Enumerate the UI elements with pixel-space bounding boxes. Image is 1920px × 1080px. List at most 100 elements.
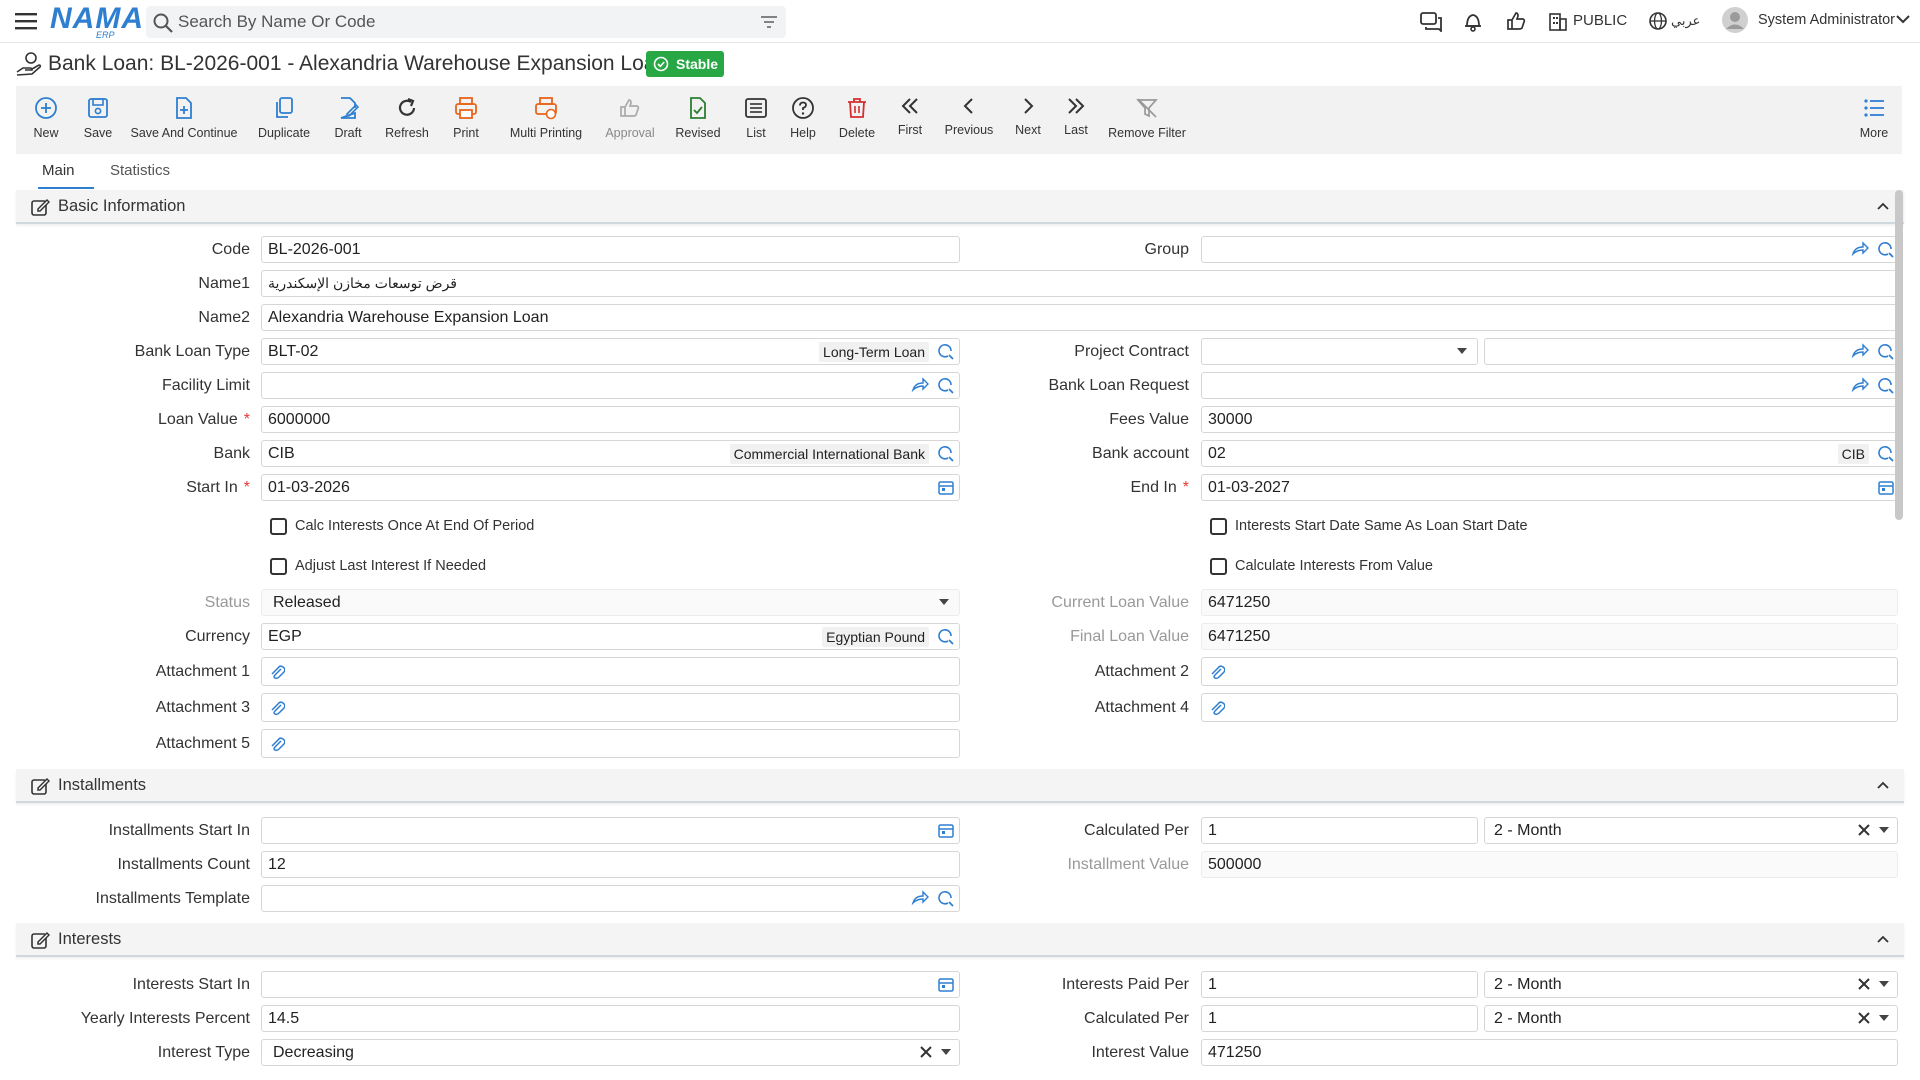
interests-paid-per-field[interactable]: 1 xyxy=(1201,971,1478,998)
thumbs-up-icon[interactable] xyxy=(1505,10,1527,32)
attachment-3-field[interactable] xyxy=(261,693,960,722)
remove-filter-button[interactable]: Remove Filter xyxy=(1102,86,1192,154)
interest-value-field[interactable]: 471250 xyxy=(1201,1039,1898,1066)
calculate-from-value-checkbox[interactable] xyxy=(1210,558,1227,575)
duplicate-button[interactable]: Duplicate xyxy=(252,86,316,154)
share-arrow-icon[interactable] xyxy=(911,377,929,393)
tab-statistics[interactable]: Statistics xyxy=(110,162,170,179)
facility-limit-field[interactable] xyxy=(261,372,960,399)
section-installments[interactable]: Installments xyxy=(16,769,1904,803)
clear-icon[interactable] xyxy=(1857,977,1871,991)
search-refresh-icon[interactable] xyxy=(1877,343,1895,361)
calendar-icon[interactable] xyxy=(938,976,954,992)
search-refresh-icon[interactable] xyxy=(937,377,955,395)
calendar-icon[interactable] xyxy=(1878,479,1894,495)
chevron-down-icon[interactable] xyxy=(1896,14,1910,24)
refresh-button[interactable]: Refresh xyxy=(378,86,436,154)
delete-button[interactable]: Delete xyxy=(832,86,882,154)
section-basic-information[interactable]: Basic Information xyxy=(16,190,1904,224)
adjust-last-interest-checkbox[interactable] xyxy=(270,558,287,575)
attachment-1-field[interactable] xyxy=(261,657,960,686)
first-button[interactable]: First xyxy=(888,86,932,154)
last-button[interactable]: Last xyxy=(1054,86,1098,154)
yearly-interests-percent-field[interactable]: 14.5 xyxy=(261,1005,960,1032)
menu-icon[interactable] xyxy=(14,10,38,32)
group-field[interactable] xyxy=(1201,236,1898,263)
search-refresh-icon[interactable] xyxy=(1877,445,1895,463)
status-select[interactable]: Released xyxy=(261,589,960,616)
end-in-field[interactable]: 01-03-2027 xyxy=(1201,474,1898,501)
paperclip-icon[interactable] xyxy=(269,663,285,681)
start-in-field[interactable]: 01-03-2026 xyxy=(261,474,960,501)
branch-label[interactable]: PUBLIC xyxy=(1573,12,1627,29)
installments-start-in-field[interactable] xyxy=(261,817,960,844)
currency-field[interactable]: EGP Egyptian Pound xyxy=(261,623,960,650)
search-refresh-icon[interactable] xyxy=(1877,377,1895,395)
new-button[interactable]: New xyxy=(24,86,68,154)
interest-type-select[interactable]: Decreasing xyxy=(261,1039,960,1066)
interests-calculated-period-select[interactable]: 2 - Month xyxy=(1484,1005,1898,1032)
help-button[interactable]: Help xyxy=(780,86,826,154)
search-input[interactable] xyxy=(178,6,738,38)
installments-calculated-per-field[interactable]: 1 xyxy=(1201,817,1478,844)
loan-value-field[interactable]: 6000000 xyxy=(261,406,960,433)
search-refresh-icon[interactable] xyxy=(1877,241,1895,259)
avatar[interactable] xyxy=(1722,7,1748,33)
bank-account-field[interactable]: 02 CIB xyxy=(1201,440,1898,467)
interests-start-in-field[interactable] xyxy=(261,971,960,998)
search-refresh-icon[interactable] xyxy=(937,890,955,908)
app-logo[interactable]: NAMA ERP xyxy=(50,4,143,41)
search-refresh-icon[interactable] xyxy=(937,445,955,463)
interests-paid-period-select[interactable]: 2 - Month xyxy=(1484,971,1898,998)
paperclip-icon[interactable] xyxy=(269,735,285,753)
share-arrow-icon[interactable] xyxy=(1851,241,1869,257)
search-refresh-icon[interactable] xyxy=(937,628,955,646)
interests-start-same-checkbox[interactable] xyxy=(1210,518,1227,535)
revised-button[interactable]: Revised xyxy=(668,86,728,154)
installments-template-field[interactable] xyxy=(261,885,960,912)
draft-button[interactable]: Draft xyxy=(326,86,370,154)
tab-main[interactable]: Main xyxy=(42,162,75,179)
calendar-icon[interactable] xyxy=(938,479,954,495)
share-arrow-icon[interactable] xyxy=(1851,343,1869,359)
list-button[interactable]: List xyxy=(732,86,780,154)
chevron-up-icon[interactable] xyxy=(1876,199,1890,213)
clear-icon[interactable] xyxy=(1857,1011,1871,1025)
previous-button[interactable]: Previous xyxy=(938,86,1000,154)
project-contract-select[interactable] xyxy=(1201,338,1478,365)
save-button[interactable]: Save xyxy=(76,86,120,154)
installments-period-select[interactable]: 2 - Month xyxy=(1484,817,1898,844)
bank-loan-type-field[interactable]: BLT-02 Long-Term Loan xyxy=(261,338,960,365)
share-arrow-icon[interactable] xyxy=(1851,377,1869,393)
paperclip-icon[interactable] xyxy=(1209,699,1225,717)
code-field[interactable]: BL-2026-001 xyxy=(261,236,960,263)
fees-value-field[interactable]: 30000 xyxy=(1201,406,1898,433)
print-button[interactable]: Print xyxy=(444,86,488,154)
section-interests[interactable]: Interests xyxy=(16,923,1904,957)
bank-loan-request-field[interactable] xyxy=(1201,372,1898,399)
attachment-2-field[interactable] xyxy=(1201,657,1898,686)
clear-icon[interactable] xyxy=(919,1045,933,1059)
chat-icon[interactable] xyxy=(1419,10,1443,32)
filter-icon[interactable] xyxy=(760,14,778,30)
calc-interests-once-checkbox[interactable] xyxy=(270,518,287,535)
vertical-scrollbar[interactable] xyxy=(1895,190,1903,520)
name1-field[interactable]: قرض توسعات مخازن الإسكندرية xyxy=(261,270,1898,297)
project-contract-field[interactable] xyxy=(1484,338,1898,365)
next-button[interactable]: Next xyxy=(1006,86,1050,154)
more-button[interactable]: More xyxy=(1854,86,1894,154)
search-refresh-icon[interactable] xyxy=(937,343,955,361)
clear-icon[interactable] xyxy=(1857,823,1871,837)
multi-printing-button[interactable]: Multi Printing xyxy=(496,86,596,154)
bell-icon[interactable] xyxy=(1462,10,1484,32)
chevron-up-icon[interactable] xyxy=(1876,778,1890,792)
save-and-continue-button[interactable]: Save And Continue xyxy=(128,86,240,154)
attachment-5-field[interactable] xyxy=(261,729,960,758)
name2-field[interactable]: Alexandria Warehouse Expansion Loan xyxy=(261,304,1898,331)
installments-count-field[interactable]: 12 xyxy=(261,851,960,878)
interests-calculated-per-field[interactable]: 1 xyxy=(1201,1005,1478,1032)
chevron-up-icon[interactable] xyxy=(1876,932,1890,946)
user-name[interactable]: System Administrator xyxy=(1758,12,1895,28)
paperclip-icon[interactable] xyxy=(269,699,285,717)
share-arrow-icon[interactable] xyxy=(911,890,929,906)
